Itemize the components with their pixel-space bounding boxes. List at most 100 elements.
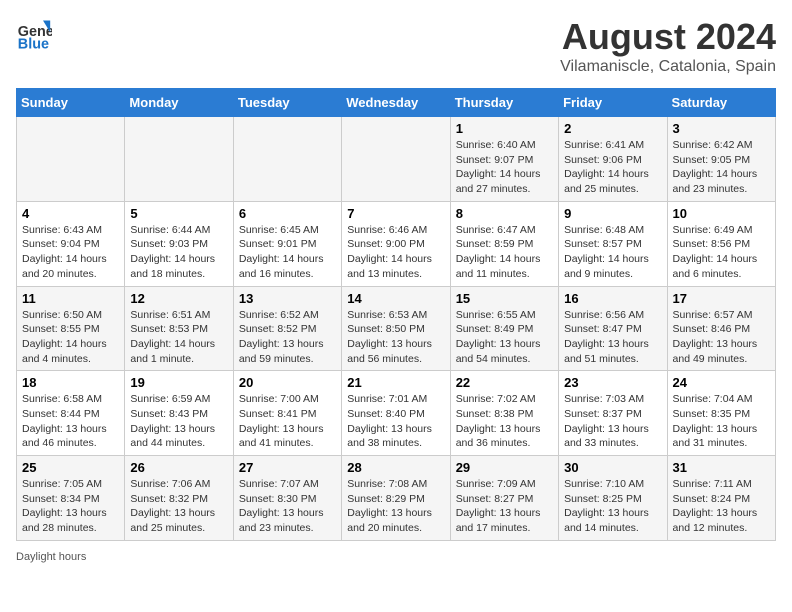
calendar-cell: 7 Sunrise: 6:46 AMSunset: 9:00 PMDaylight… (342, 201, 450, 286)
day-info: Sunrise: 6:52 AMSunset: 8:52 PMDaylight:… (239, 308, 336, 367)
calendar-cell: 20 Sunrise: 7:00 AMSunset: 8:41 PMDayligh… (233, 371, 341, 456)
day-number: 24 (673, 375, 770, 390)
day-header-wednesday: Wednesday (342, 89, 450, 117)
calendar-cell: 5 Sunrise: 6:44 AMSunset: 9:03 PMDaylight… (125, 201, 233, 286)
day-number: 2 (564, 121, 661, 136)
day-number: 8 (456, 206, 553, 221)
calendar-week-2: 4 Sunrise: 6:43 AMSunset: 9:04 PMDaylight… (17, 201, 776, 286)
calendar-cell: 18 Sunrise: 6:58 AMSunset: 8:44 PMDayligh… (17, 371, 125, 456)
day-number: 7 (347, 206, 444, 221)
day-info: Sunrise: 6:57 AMSunset: 8:46 PMDaylight:… (673, 308, 770, 367)
day-info: Sunrise: 7:00 AMSunset: 8:41 PMDaylight:… (239, 392, 336, 451)
calendar-cell: 30 Sunrise: 7:10 AMSunset: 8:25 PMDayligh… (559, 456, 667, 541)
day-info: Sunrise: 6:50 AMSunset: 8:55 PMDaylight:… (22, 308, 119, 367)
day-info: Sunrise: 6:46 AMSunset: 9:00 PMDaylight:… (347, 223, 444, 282)
day-number: 6 (239, 206, 336, 221)
calendar-cell: 15Sunrise: 6:55 AMSunset: 8:49 PMDayligh… (450, 286, 558, 371)
day-number: 17 (673, 291, 770, 306)
day-number: 30 (564, 460, 661, 475)
day-header-sunday: Sunday (17, 89, 125, 117)
calendar-body: 1Sunrise: 6:40 AMSunset: 9:07 PMDaylight… (17, 117, 776, 541)
day-info: Sunrise: 7:01 AMSunset: 8:40 PMDaylight:… (347, 392, 444, 451)
page-subtitle: Vilamaniscle, Catalonia, Spain (560, 58, 776, 76)
day-info: Sunrise: 6:48 AMSunset: 8:57 PMDaylight:… (564, 223, 661, 282)
day-info: Sunrise: 6:42 AMSunset: 9:05 PMDaylight:… (673, 138, 770, 197)
calendar-cell: 22 Sunrise: 7:02 AMSunset: 8:38 PMDayligh… (450, 371, 558, 456)
day-info: Sunrise: 7:05 AMSunset: 8:34 PMDaylight:… (22, 477, 119, 536)
day-info: Sunrise: 7:08 AMSunset: 8:29 PMDaylight:… (347, 477, 444, 536)
day-number: 23 (564, 375, 661, 390)
calendar-cell: 27 Sunrise: 7:07 AMSunset: 8:30 PMDayligh… (233, 456, 341, 541)
calendar-cell: 21 Sunrise: 7:01 AMSunset: 8:40 PMDayligh… (342, 371, 450, 456)
calendar-cell (233, 117, 341, 202)
day-number: 20 (239, 375, 336, 390)
day-number: 9 (564, 206, 661, 221)
day-info: Sunrise: 6:56 AMSunset: 8:47 PMDaylight:… (564, 308, 661, 367)
day-number: 26 (130, 460, 227, 475)
calendar-cell: 4 Sunrise: 6:43 AMSunset: 9:04 PMDaylight… (17, 201, 125, 286)
day-number: 1 (456, 121, 553, 136)
day-number: 12 (130, 291, 227, 306)
day-info: Sunrise: 7:07 AMSunset: 8:30 PMDaylight:… (239, 477, 336, 536)
calendar-cell: 24Sunrise: 7:04 AMSunset: 8:35 PMDayligh… (667, 371, 775, 456)
calendar-cell: 10Sunrise: 6:49 AMSunset: 8:56 PMDayligh… (667, 201, 775, 286)
day-header-thursday: Thursday (450, 89, 558, 117)
calendar-week-3: 11 Sunrise: 6:50 AMSunset: 8:55 PMDayligh… (17, 286, 776, 371)
day-number: 18 (22, 375, 119, 390)
day-info: Sunrise: 7:11 AMSunset: 8:24 PMDaylight:… (673, 477, 770, 536)
day-number: 11 (22, 291, 119, 306)
logo: General Blue (16, 16, 52, 52)
calendar-cell: 14 Sunrise: 6:53 AMSunset: 8:50 PMDayligh… (342, 286, 450, 371)
logo-icon: General Blue (16, 16, 52, 52)
calendar-cell: 11 Sunrise: 6:50 AMSunset: 8:55 PMDayligh… (17, 286, 125, 371)
day-number: 21 (347, 375, 444, 390)
day-number: 31 (673, 460, 770, 475)
calendar-cell: 31 Sunrise: 7:11 AMSunset: 8:24 PMDayligh… (667, 456, 775, 541)
day-info: Sunrise: 7:06 AMSunset: 8:32 PMDaylight:… (130, 477, 227, 536)
calendar-cell: 25Sunrise: 7:05 AMSunset: 8:34 PMDayligh… (17, 456, 125, 541)
day-header-saturday: Saturday (667, 89, 775, 117)
day-info: Sunrise: 6:44 AMSunset: 9:03 PMDaylight:… (130, 223, 227, 282)
header: General Blue August 2024 Vilamaniscle, C… (16, 16, 776, 76)
day-info: Sunrise: 7:10 AMSunset: 8:25 PMDaylight:… (564, 477, 661, 536)
svg-text:Blue: Blue (18, 36, 49, 52)
day-number: 4 (22, 206, 119, 221)
header-row: SundayMondayTuesdayWednesdayThursdayFrid… (17, 89, 776, 117)
day-number: 22 (456, 375, 553, 390)
day-number: 15 (456, 291, 553, 306)
page-title: August 2024 (560, 16, 776, 58)
day-number: 14 (347, 291, 444, 306)
calendar-cell: 17 Sunrise: 6:57 AMSunset: 8:46 PMDayligh… (667, 286, 775, 371)
day-header-tuesday: Tuesday (233, 89, 341, 117)
day-info: Sunrise: 7:02 AMSunset: 8:38 PMDaylight:… (456, 392, 553, 451)
day-info: Sunrise: 6:58 AMSunset: 8:44 PMDaylight:… (22, 392, 119, 451)
calendar-cell: 6Sunrise: 6:45 AMSunset: 9:01 PMDaylight… (233, 201, 341, 286)
calendar-table: SundayMondayTuesdayWednesdayThursdayFrid… (16, 88, 776, 541)
calendar-cell (125, 117, 233, 202)
day-info: Sunrise: 7:09 AMSunset: 8:27 PMDaylight:… (456, 477, 553, 536)
day-info: Sunrise: 6:43 AMSunset: 9:04 PMDaylight:… (22, 223, 119, 282)
day-info: Sunrise: 6:47 AMSunset: 8:59 PMDaylight:… (456, 223, 553, 282)
day-header-monday: Monday (125, 89, 233, 117)
day-info: Sunrise: 7:03 AMSunset: 8:37 PMDaylight:… (564, 392, 661, 451)
calendar-cell: 16Sunrise: 6:56 AMSunset: 8:47 PMDayligh… (559, 286, 667, 371)
day-info: Sunrise: 6:51 AMSunset: 8:53 PMDaylight:… (130, 308, 227, 367)
daylight-label: Daylight hours (16, 551, 86, 563)
daylight-legend: Daylight hours (16, 551, 86, 563)
calendar-week-5: 25Sunrise: 7:05 AMSunset: 8:34 PMDayligh… (17, 456, 776, 541)
day-number: 10 (673, 206, 770, 221)
day-info: Sunrise: 6:53 AMSunset: 8:50 PMDaylight:… (347, 308, 444, 367)
calendar-cell: 3Sunrise: 6:42 AMSunset: 9:05 PMDaylight… (667, 117, 775, 202)
calendar-cell: 9 Sunrise: 6:48 AMSunset: 8:57 PMDaylight… (559, 201, 667, 286)
day-number: 13 (239, 291, 336, 306)
calendar-cell (17, 117, 125, 202)
calendar-week-1: 1Sunrise: 6:40 AMSunset: 9:07 PMDaylight… (17, 117, 776, 202)
day-number: 5 (130, 206, 227, 221)
calendar-cell: 23 Sunrise: 7:03 AMSunset: 8:37 PMDayligh… (559, 371, 667, 456)
calendar-week-4: 18 Sunrise: 6:58 AMSunset: 8:44 PMDayligh… (17, 371, 776, 456)
calendar-cell (342, 117, 450, 202)
calendar-cell: 12 Sunrise: 6:51 AMSunset: 8:53 PMDayligh… (125, 286, 233, 371)
day-number: 29 (456, 460, 553, 475)
day-number: 27 (239, 460, 336, 475)
calendar-cell: 28Sunrise: 7:08 AMSunset: 8:29 PMDayligh… (342, 456, 450, 541)
